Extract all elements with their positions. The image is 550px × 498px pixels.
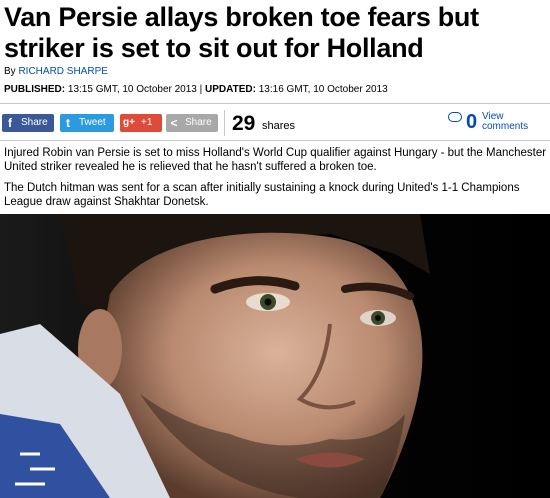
facebook-icon: f [8,116,12,130]
view-comments-label: View comments [482,111,529,132]
googleplus-button[interactable]: g+ +1 [120,114,162,132]
article-dates: PUBLISHED: 13:15 GMT, 10 October 2013 | … [4,84,388,95]
byline: By RICHARD SHARPE [4,66,108,77]
published-time: 13:15 GMT, 10 October 2013 [67,84,197,95]
share-count-label: shares [262,120,296,132]
share-bar: f Share t Tweet g+ +1 < Share 29 shares … [0,103,550,141]
player-portrait-image [0,214,550,498]
article-paragraph: Injured Robin van Persie is set to miss … [4,147,547,173]
article-paragraph: The Dutch hitman was sent for a scan aft… [4,182,520,208]
updated-time: 13:16 GMT, 10 October 2013 [258,84,388,95]
generic-share-label: Share [185,117,212,128]
share-icon: < [170,116,178,130]
article-photo [0,214,550,498]
published-label: PUBLISHED: [4,84,66,95]
twitter-tweet-button[interactable]: t Tweet [60,114,114,132]
view-comments-link[interactable]: 0 View comments [448,110,546,134]
author-link[interactable]: RICHARD SHARPE [18,66,107,77]
byline-prefix: By [4,66,19,77]
twitter-tweet-label: Tweet [79,117,106,128]
share-count: 29 [232,112,256,135]
comment-count: 0 [466,111,478,133]
comment-bubble-icon [448,112,462,122]
facebook-share-label: Share [21,117,48,128]
generic-share-button[interactable]: < Share [166,114,218,132]
article-headline: Van Persie allays broken toe fears but s… [4,2,479,63]
googleplus-label: +1 [141,117,153,128]
googleplus-icon: g+ [123,117,135,128]
share-divider [224,110,225,136]
facebook-share-button[interactable]: f Share [2,114,54,132]
date-separator: | [196,84,206,95]
twitter-icon: t [66,116,70,130]
updated-label: UPDATED: [205,84,256,95]
